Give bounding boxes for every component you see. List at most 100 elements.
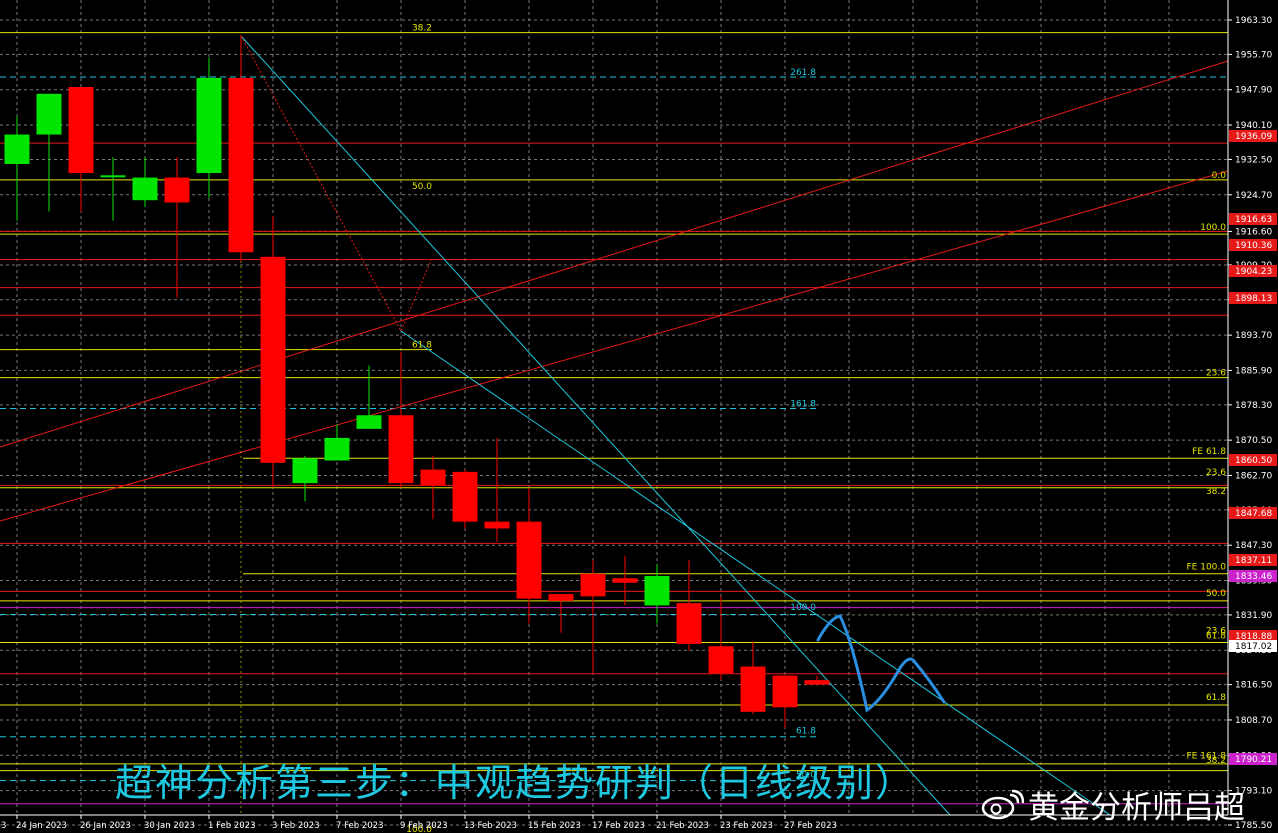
candle-body	[676, 603, 702, 644]
price-tick-label: 1847.30	[1235, 541, 1272, 551]
candle-body	[420, 469, 446, 486]
weibo-watermark: 黄金分析师吕超	[980, 782, 1245, 827]
trend-lines	[0, 35, 1229, 816]
price-tick-label: 1963.30	[1235, 16, 1272, 26]
candle-body	[132, 177, 158, 201]
level-label: FE 61.8	[1192, 447, 1226, 457]
level-label: 100.0	[1200, 223, 1226, 233]
price-badge-label: 1817.02	[1235, 642, 1272, 652]
trend-line-lower	[0, 170, 1229, 522]
candle-body	[484, 521, 510, 529]
level-label: 23.6	[1206, 369, 1226, 379]
price-badge-label: 1910.36	[1235, 241, 1272, 251]
level-label: 161.8	[790, 399, 816, 409]
candle-body	[196, 77, 222, 174]
time-tick-label: 3	[1, 821, 6, 831]
price-tick-label: 1932.50	[1235, 155, 1272, 165]
level-label: 61.8	[796, 726, 816, 736]
level-label: 50.0	[412, 182, 432, 192]
candle-body	[4, 134, 30, 164]
watermark-text: 黄金分析师吕超	[1028, 790, 1245, 826]
price-badge-label: 1790.21	[1235, 755, 1272, 765]
channel-line-steep	[240, 35, 951, 816]
price-tick-label: 1862.70	[1235, 471, 1272, 481]
candlesticks	[4, 34, 830, 728]
candle-body	[164, 177, 190, 203]
level-label: 23.6	[1206, 468, 1226, 478]
price-tick-label: 1916.60	[1235, 227, 1272, 237]
time-tick-label: 17 Feb 2023	[592, 821, 645, 831]
price-badge-label: 1837.11	[1235, 556, 1272, 566]
candle-body	[548, 594, 574, 601]
time-tick-label: 1 Feb 2023	[208, 821, 256, 831]
time-tick-label: 26 Jan 2023	[80, 821, 131, 831]
candle-body	[644, 575, 670, 606]
candle-body	[804, 680, 830, 685]
time-tick-label: 7 Feb 2023	[336, 821, 384, 831]
price-tick-label: 1924.70	[1235, 191, 1272, 201]
level-label: 61.8	[412, 341, 432, 351]
candle-body	[708, 646, 734, 674]
candle-body	[452, 471, 478, 522]
candle-body	[68, 87, 94, 174]
price-tick-label: 1816.50	[1235, 681, 1272, 691]
price-tick-label: 1831.90	[1235, 611, 1272, 621]
price-chart: 38.2 261.8 50.0 0.0 100.0 61.8 23.6 161.8 FE 61.…	[0, 0, 1277, 833]
time-tick-label: 30 Jan 2023	[144, 821, 195, 831]
price-tick-label: 1955.70	[1235, 50, 1272, 60]
projection-path	[816, 614, 946, 713]
time-tick-label: 23 Feb 2023	[720, 821, 773, 831]
price-badge-label: 1833.46	[1235, 572, 1272, 582]
level-label: 261.8	[790, 68, 816, 78]
price-tick-label: 1870.50	[1235, 436, 1272, 446]
candle-body	[612, 578, 638, 583]
candle-body	[228, 77, 254, 253]
candle-body	[356, 415, 382, 429]
price-badge-label: 1916.63	[1235, 215, 1272, 225]
projection-curve	[816, 614, 946, 713]
time-tick-label: 24 Jan 2023	[16, 821, 67, 831]
level-label: 61.8	[1206, 693, 1226, 703]
level-label: 61.8	[1206, 632, 1226, 642]
candle-body	[516, 521, 542, 599]
price-badge-label: 1898.13	[1235, 294, 1272, 304]
candle-body	[388, 415, 414, 484]
price-badge-label: 1847.68	[1235, 509, 1272, 519]
price-tick-label: 1885.90	[1235, 366, 1272, 376]
time-tick-label: 13 Feb 2023	[464, 821, 517, 831]
candle-body	[580, 573, 606, 597]
level-label: 38.2	[412, 24, 432, 34]
time-tick-label: 15 Feb 2023	[528, 821, 581, 831]
price-badge-label: 1860.50	[1235, 456, 1272, 466]
candle-body	[260, 256, 286, 463]
candle-body	[100, 175, 126, 178]
level-label: 38.2	[1206, 756, 1226, 766]
candle-body	[324, 437, 350, 461]
price-badge-label: 1936.09	[1235, 132, 1272, 142]
level-label: FE 100.0	[1187, 562, 1227, 572]
time-tick-label: 27 Feb 2023	[784, 821, 837, 831]
price-axis: 1963.30 1955.70 1947.90 1940.10 1932.50 1924.…	[1227, 0, 1277, 831]
price-tick-label: 1878.30	[1235, 401, 1272, 411]
trend-line-upper	[0, 60, 1229, 448]
candle-body	[36, 93, 62, 135]
chart-caption: 超神分析第三步：中观趋势研判（日线级别）	[115, 761, 916, 805]
price-tick-label: 1940.10	[1235, 121, 1272, 131]
price-tick-label: 1808.70	[1235, 716, 1272, 726]
fibonacci-levels	[0, 32, 1228, 805]
time-tick-label: 9 Feb 2023	[400, 821, 448, 831]
candle-body	[772, 675, 798, 708]
price-tick-label: 1893.70	[1235, 331, 1272, 341]
time-tick-label: 21 Feb 2023	[656, 821, 709, 831]
candle-body	[740, 666, 766, 712]
weibo-logo-icon	[981, 789, 1024, 819]
channel-line-shallow	[400, 330, 1111, 816]
price-tick-label: 1947.90	[1235, 86, 1272, 96]
level-label: 50.0	[1206, 589, 1226, 599]
time-tick-label: 3 Feb 2023	[272, 821, 320, 831]
level-label: 100.0	[790, 603, 816, 613]
level-label: 0.0	[1212, 171, 1227, 181]
chart-grid	[0, 0, 1228, 826]
price-badge-label: 1904.23	[1235, 267, 1272, 277]
candle-body	[292, 458, 318, 484]
